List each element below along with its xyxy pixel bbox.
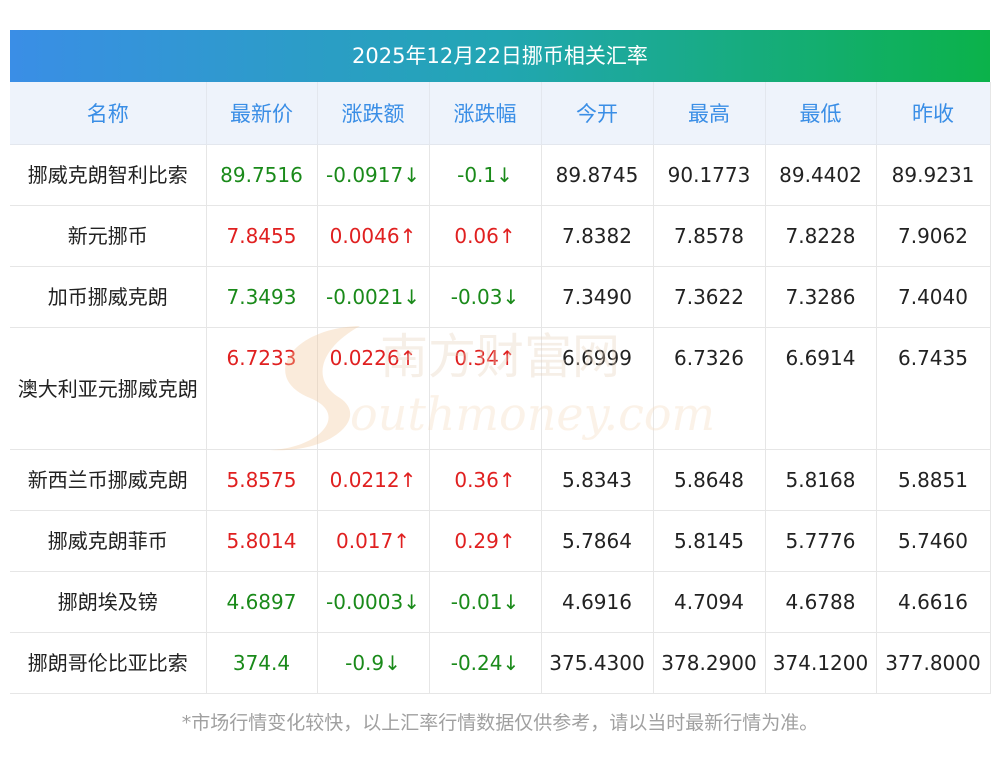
cell-open: 7.3490 <box>541 266 654 328</box>
cell-low: 6.6914 <box>765 327 877 450</box>
table-row: 挪威克朗菲币 5.8014 0.017↑ 0.29↑ 5.7864 5.8145 5.777… <box>10 510 991 572</box>
table-row: 新元挪币 7.8455 0.0046↑ 0.06↑ 7.8382 7.8578 7.8228… <box>10 205 991 267</box>
cell-name: 挪威克朗智利比索 <box>10 144 207 206</box>
cell-open: 5.7864 <box>541 510 654 572</box>
cell-prev: 89.9231 <box>876 144 991 206</box>
cell-low: 374.1200 <box>765 632 877 694</box>
cell-low: 7.3286 <box>765 266 877 328</box>
header-high: 最高 <box>653 82 766 145</box>
cell-name: 挪威克朗菲币 <box>10 510 207 572</box>
cell-prev: 377.8000 <box>876 632 991 694</box>
cell-pct: -0.03↓ <box>429 266 542 328</box>
header-name: 名称 <box>10 82 207 145</box>
cell-change: 0.0046↑ <box>317 205 430 267</box>
cell-pct: -0.1↓ <box>429 144 542 206</box>
cell-prev: 7.9062 <box>876 205 991 267</box>
cell-low: 5.7776 <box>765 510 877 572</box>
cell-change: 0.017↑ <box>317 510 430 572</box>
table-row: 挪威克朗智利比索 89.7516 -0.0917↓ -0.1↓ 89.8745 90.17… <box>10 144 991 206</box>
cell-name: 新西兰币挪威克朗 <box>10 449 207 511</box>
cell-open: 6.6999 <box>541 327 654 450</box>
cell-change: 0.0212↑ <box>317 449 430 511</box>
cell-name: 新元挪币 <box>10 205 207 267</box>
cell-change: -0.0021↓ <box>317 266 430 328</box>
cell-latest: 6.7233 <box>206 327 318 450</box>
cell-low: 5.8168 <box>765 449 877 511</box>
cell-name: 挪朗哥伦比亚比索 <box>10 632 207 694</box>
cell-change: 0.0226↑ <box>317 327 430 450</box>
cell-high: 90.1773 <box>653 144 766 206</box>
cell-prev: 7.4040 <box>876 266 991 328</box>
disclaimer-note: *市场行情变化较快，以上汇率行情数据仅供参考，请以当时最新行情为准。 <box>181 712 819 734</box>
header-open: 今开 <box>541 82 654 145</box>
cell-pct: 0.36↑ <box>429 449 542 511</box>
rate-table: 名称 最新价 涨跌额 涨跌幅 今开 最高 最低 昨收 挪威克朗智利比索 89.75… <box>10 82 991 694</box>
cell-latest: 5.8014 <box>206 510 318 572</box>
cell-open: 89.8745 <box>541 144 654 206</box>
table-row: 澳大利亚元挪威克朗 6.7233 0.0226↑ 0.34↑ 6.6999 6.7326 6… <box>10 327 991 450</box>
header-latest: 最新价 <box>206 82 318 145</box>
cell-pct: 0.34↑ <box>429 327 542 450</box>
cell-open: 4.6916 <box>541 571 654 633</box>
cell-pct: -0.01↓ <box>429 571 542 633</box>
cell-latest: 374.4 <box>206 632 318 694</box>
table-title: 2025年12月22日挪币相关汇率 <box>10 30 990 82</box>
cell-pct: -0.24↓ <box>429 632 542 694</box>
cell-low: 7.8228 <box>765 205 877 267</box>
cell-open: 5.8343 <box>541 449 654 511</box>
cell-high: 4.7094 <box>653 571 766 633</box>
cell-open: 7.8382 <box>541 205 654 267</box>
cell-change: -0.0917↓ <box>317 144 430 206</box>
cell-latest: 5.8575 <box>206 449 318 511</box>
cell-latest: 89.7516 <box>206 144 318 206</box>
table-row: 挪朗埃及镑 4.6897 -0.0003↓ -0.01↓ 4.6916 4.7094 4.6… <box>10 571 991 633</box>
cell-prev: 5.8851 <box>876 449 991 511</box>
cell-name: 澳大利亚元挪威克朗 <box>10 327 207 450</box>
cell-name: 挪朗埃及镑 <box>10 571 207 633</box>
cell-prev: 6.7435 <box>876 327 991 450</box>
cell-latest: 7.3493 <box>206 266 318 328</box>
cell-high: 5.8145 <box>653 510 766 572</box>
header-change: 涨跌额 <box>317 82 430 145</box>
header-pct: 涨跌幅 <box>429 82 542 145</box>
cell-prev: 4.6616 <box>876 571 991 633</box>
cell-low: 89.4402 <box>765 144 877 206</box>
cell-latest: 7.8455 <box>206 205 318 267</box>
cell-high: 7.8578 <box>653 205 766 267</box>
rate-table-card: 2025年12月22日挪币相关汇率 名称 最新价 涨跌额 涨跌幅 今开 最高 最… <box>10 30 991 694</box>
table-row: 新西兰币挪威克朗 5.8575 0.0212↑ 0.36↑ 5.8343 5.8648 5.… <box>10 449 991 511</box>
cell-pct: 0.29↑ <box>429 510 542 572</box>
cell-name: 加币挪威克朗 <box>10 266 207 328</box>
cell-high: 7.3622 <box>653 266 766 328</box>
cell-high: 6.7326 <box>653 327 766 450</box>
cell-high: 5.8648 <box>653 449 766 511</box>
cell-latest: 4.6897 <box>206 571 318 633</box>
cell-low: 4.6788 <box>765 571 877 633</box>
table-row: 挪朗哥伦比亚比索 374.4 -0.9↓ -0.24↓ 375.4300 378.2900… <box>10 632 991 694</box>
cell-prev: 5.7460 <box>876 510 991 572</box>
header-prev: 昨收 <box>876 82 991 145</box>
cell-pct: 0.06↑ <box>429 205 542 267</box>
table-row: 加币挪威克朗 7.3493 -0.0021↓ -0.03↓ 7.3490 7.3622 7.… <box>10 266 991 328</box>
cell-high: 378.2900 <box>653 632 766 694</box>
cell-change: -0.0003↓ <box>317 571 430 633</box>
header-row: 名称 最新价 涨跌额 涨跌幅 今开 最高 最低 昨收 <box>10 82 991 145</box>
cell-open: 375.4300 <box>541 632 654 694</box>
cell-change: -0.9↓ <box>317 632 430 694</box>
header-low: 最低 <box>765 82 877 145</box>
